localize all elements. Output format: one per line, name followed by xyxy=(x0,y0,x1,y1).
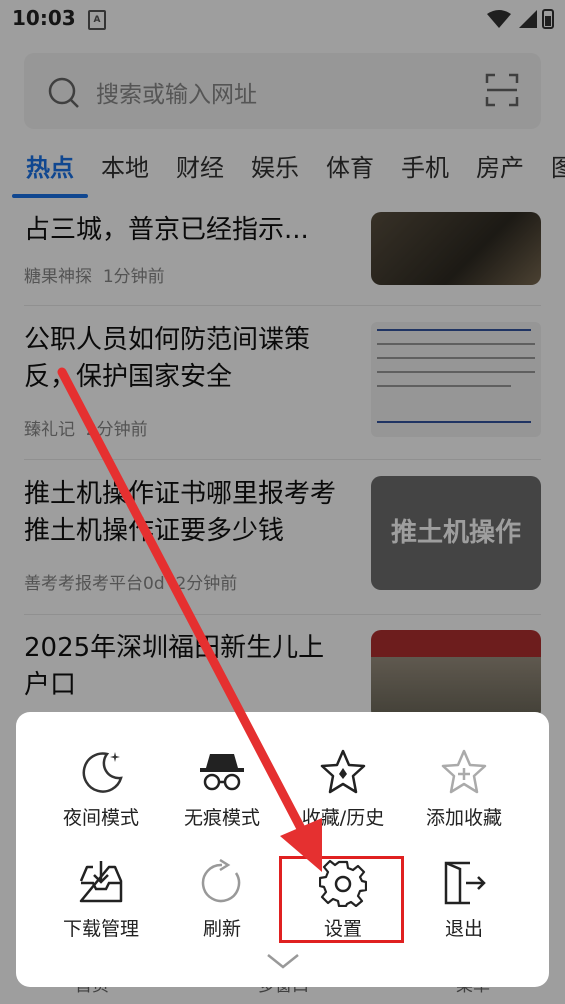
annotation-arrow xyxy=(57,367,322,872)
